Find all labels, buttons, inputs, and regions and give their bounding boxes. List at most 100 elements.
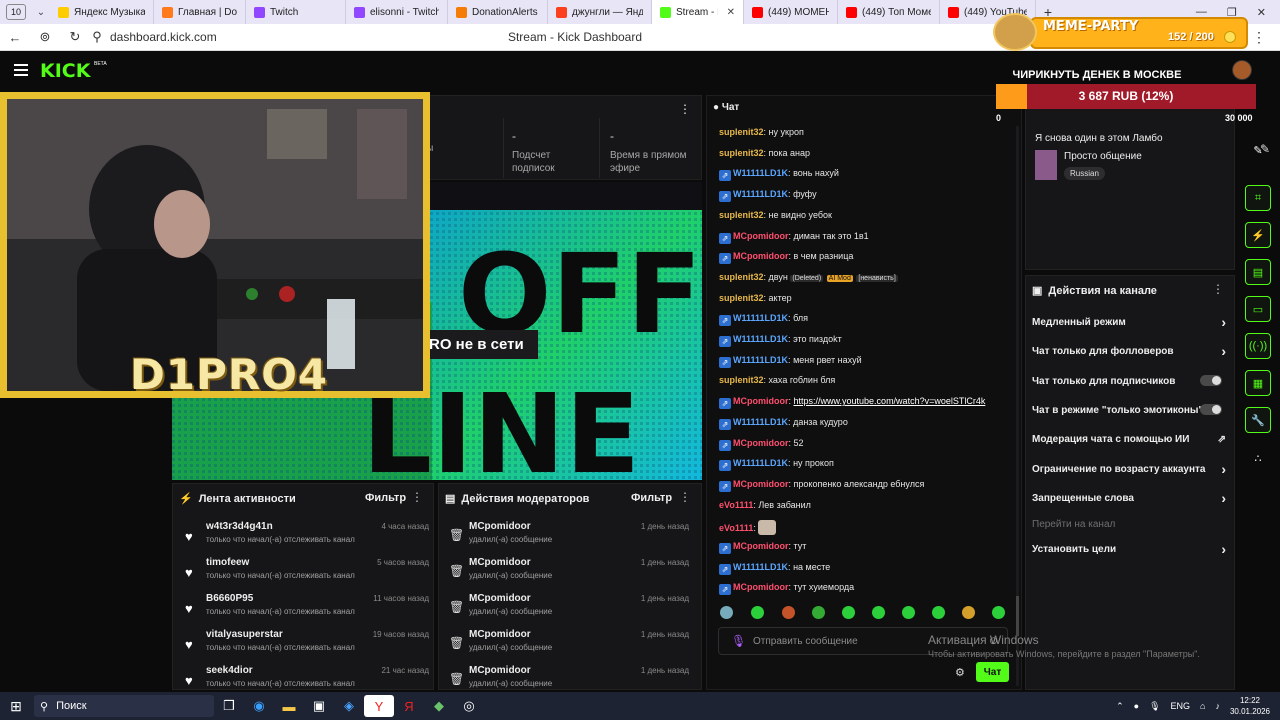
language-indicator[interactable]: ENG [1171, 701, 1191, 711]
activity-user[interactable]: vitalyasuperstar [206, 629, 283, 640]
mod-action-row[interactable]: 🗑 MCpomidoor 1 день назад удалил(-а) сообще… [445, 629, 689, 664]
microphone-icon[interactable]: 🎙 [731, 634, 746, 648]
chat-username[interactable]: MCpomidoor [733, 251, 789, 261]
system-clock[interactable]: 12:22 30.01.2026 [1230, 695, 1270, 717]
dots-icon[interactable]: ∴ [1245, 445, 1271, 471]
chat-message[interactable]: ⇗ MCpomidoor: тут [719, 541, 1019, 554]
channel-action-item[interactable]: Модерация чата с помощью ИИ ⇗ [1032, 434, 1230, 445]
outlook-icon[interactable]: ◈ [334, 695, 364, 717]
mod-action-user[interactable]: MCpomidoor [469, 665, 531, 676]
chat-scrollbar[interactable] [1016, 126, 1019, 686]
emote-icon[interactable] [902, 606, 915, 619]
mod-actions-filter-button[interactable]: Фильтр [631, 492, 672, 504]
browser-tab[interactable]: DonationAlerts [448, 0, 548, 24]
close-window-icon[interactable]: ✕ [1257, 6, 1266, 19]
chat-username[interactable]: W11111LD1K [733, 168, 788, 178]
taskbar-search[interactable]: ⚲ Поиск [34, 695, 214, 717]
toggle-switch[interactable] [1200, 375, 1222, 386]
chat-username[interactable]: suplenit32 [719, 148, 764, 158]
chat-message[interactable]: ⇗ MCpomidoor: 52 [719, 438, 1019, 451]
chat-username[interactable]: W11111LD1K [733, 458, 788, 468]
mod-action-user[interactable]: MCpomidoor [469, 593, 531, 604]
chat-link[interactable]: https://www.youtube.com/watch?v=woelSTlC… [794, 396, 986, 406]
volume-icon[interactable]: ♪ [1215, 701, 1220, 711]
chat-message[interactable]: eVo1111: [719, 520, 1019, 536]
chat-username[interactable]: W11111LD1K [733, 355, 788, 365]
tray-user-icon[interactable]: ● [1134, 701, 1139, 711]
activity-user[interactable]: timofeew [206, 557, 249, 568]
tray-chevron-icon[interactable]: ⌃ [1116, 701, 1124, 712]
kick-logo[interactable]: KICK [40, 60, 90, 82]
mod-actions-more-icon[interactable]: ⋮ [679, 490, 691, 504]
emote-icon[interactable] [782, 606, 795, 619]
activity-user[interactable]: seek4dior [206, 665, 253, 676]
wrench-icon[interactable]: 🔧 [1245, 407, 1271, 433]
channel-action-item[interactable]: Перейти на канал [1032, 519, 1230, 530]
windows-start-icon[interactable]: ⊞ [0, 698, 32, 715]
chat-username[interactable]: suplenit32 [719, 272, 764, 282]
chat-username[interactable]: MCpomidoor [733, 541, 789, 551]
chat-username[interactable]: MCpomidoor [733, 582, 789, 592]
network-icon[interactable]: ⌂ [1200, 701, 1205, 711]
browser-tab[interactable]: Stream - Kick D ✕ [652, 0, 744, 24]
toggle-switch[interactable] [1200, 404, 1222, 415]
chat-message[interactable]: ⇗ MCpomidoor: тут хуиеморда [719, 582, 1019, 596]
task-view-icon[interactable]: ❒ [214, 695, 244, 717]
activity-more-icon[interactable]: ⋮ [411, 490, 423, 504]
channel-action-item[interactable]: Чат в режиме "только эмотиконы" [1032, 404, 1230, 416]
chat-message[interactable]: ⇗ W11111LD1K: бля [719, 313, 1019, 327]
file-explorer-icon[interactable]: ▬ [274, 695, 304, 717]
browser-tab[interactable]: (449) Топ Момент [838, 0, 940, 24]
browser-tab[interactable]: Главная | DonateP [154, 0, 246, 24]
channel-action-item[interactable]: Медленный режим › [1032, 314, 1230, 330]
close-tab-icon[interactable]: ✕ [727, 7, 735, 18]
channel-action-item[interactable]: Ограничение по возрасту аккаунта › [1032, 461, 1230, 477]
activity-row[interactable]: ♥ timofeew 5 часов назад только что начал(-… [179, 557, 429, 592]
mod-action-row[interactable]: 🗑 MCpomidoor 1 день назад удалил(-а) сообще… [445, 521, 689, 556]
chat-message[interactable]: ⇗ W11111LD1K: меня рвет нахуй [719, 355, 1019, 368]
tab-list-chevron-icon[interactable]: ⌄ [32, 7, 50, 18]
category-thumbnail[interactable] [1035, 150, 1057, 180]
channel-actions-more-icon[interactable]: ⋮ [1212, 282, 1224, 296]
edge-icon[interactable]: ◉ [244, 695, 274, 717]
emote-icon[interactable] [720, 606, 733, 619]
chat-username[interactable]: W11111LD1K [733, 189, 788, 199]
browser-tab[interactable]: Twitch [246, 0, 346, 24]
app-icon[interactable]: ◆ [424, 695, 454, 717]
chat-username[interactable]: suplenit32 [719, 375, 764, 385]
chat-message[interactable]: suplenit32: не видно уебок [719, 210, 1019, 220]
browser-tab[interactable]: Яндекс Музыка — [50, 0, 154, 24]
lightning-icon[interactable]: ⚡ [1245, 222, 1271, 248]
chat-username[interactable]: W11111LD1K [733, 334, 788, 344]
emote-icon[interactable] [812, 606, 825, 619]
mod-action-row[interactable]: 🗑 MCpomidoor 1 день назад удалил(-а) сообще… [445, 557, 689, 592]
mod-action-row[interactable]: 🗑 MCpomidoor 1 день назад удалил(-а) сообще… [445, 593, 689, 628]
chat-username[interactable]: W11111LD1K [733, 313, 788, 323]
tray-mic-icon[interactable]: 🎙 [1149, 701, 1160, 712]
emote-icon[interactable] [842, 606, 855, 619]
document-tool-icon[interactable]: ▤ [1245, 259, 1271, 285]
chat-send-button[interactable]: Чат [976, 662, 1009, 682]
activity-filter-button[interactable]: Фильтр [365, 492, 406, 504]
yandex-browser-icon[interactable]: Y [364, 695, 394, 717]
browser-tab[interactable]: (449) МОМЕНТЫ [744, 0, 838, 24]
chat-message[interactable]: suplenit32: пока анар [719, 148, 1019, 158]
clip-icon[interactable]: ⌗ [1245, 185, 1271, 211]
mod-action-user[interactable]: MCpomidoor [469, 521, 531, 532]
hamburger-menu-icon[interactable] [14, 64, 28, 76]
emote-icon[interactable] [751, 606, 764, 619]
chat-tool-icon[interactable]: ▭ [1245, 296, 1271, 322]
chat-settings-icon[interactable]: ⚙ [955, 666, 965, 679]
channel-action-item[interactable]: Чат только для фолловеров › [1032, 343, 1230, 359]
chat-message[interactable]: ⇗ W11111LD1K: это пиздоkт [719, 334, 1019, 347]
activity-row[interactable]: ♥ B6660P95 11 часов назад только что начал(… [179, 593, 429, 628]
chat-username[interactable]: suplenit32 [719, 293, 764, 303]
obs-icon[interactable]: ◎ [454, 695, 484, 717]
chat-message[interactable]: ⇗ W11111LD1K: ну прокоп [719, 458, 1019, 472]
stats-more-icon[interactable]: ⋮ [679, 102, 691, 116]
store-icon[interactable]: ▣ [304, 695, 334, 717]
chat-message[interactable]: ⇗ MCpomidoor: диман так это 1в1 [719, 231, 1019, 244]
mod-action-user[interactable]: MCpomidoor [469, 629, 531, 640]
chat-message[interactable]: ⇗ W11111LD1K: данза кудуро [719, 417, 1019, 430]
chat-message[interactable]: suplenit32: актер [719, 293, 1019, 303]
